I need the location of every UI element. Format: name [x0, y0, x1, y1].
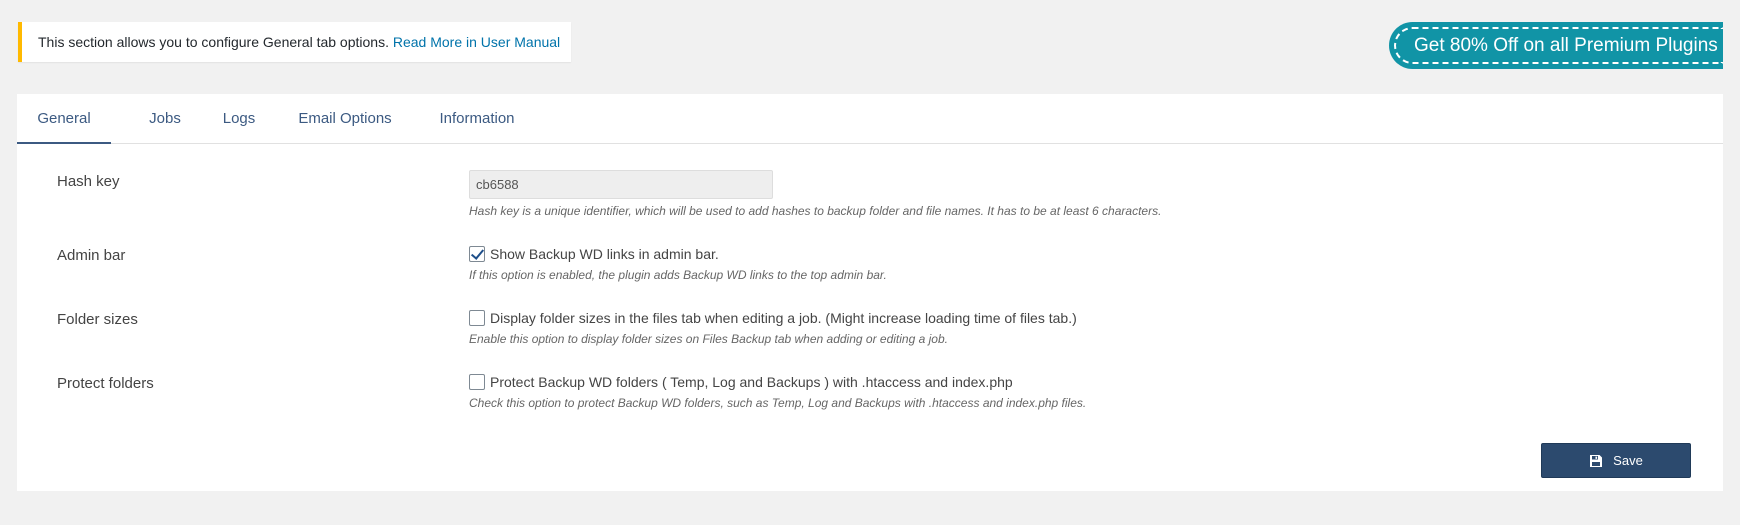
- save-button[interactable]: Save: [1541, 443, 1691, 478]
- tab-bar: General Jobs Logs Email Options Informat…: [17, 94, 1723, 144]
- folder-sizes-description: Enable this option to display folder siz…: [469, 332, 948, 346]
- tab-email-options[interactable]: Email Options: [275, 94, 415, 144]
- hash-key-label: Hash key: [57, 173, 120, 190]
- save-icon: [1589, 454, 1603, 468]
- admin-bar-option-label[interactable]: Show Backup WD links in admin bar.: [490, 246, 719, 262]
- folder-sizes-checkbox[interactable]: [469, 310, 485, 326]
- tab-general[interactable]: General: [17, 94, 111, 144]
- protect-folders-option-label[interactable]: Protect Backup WD folders ( Temp, Log an…: [490, 374, 1013, 390]
- promo-banner[interactable]: Get 80% Off on all Premium Plugins: [1389, 22, 1723, 69]
- folder-sizes-option-label[interactable]: Display folder sizes in the files tab wh…: [490, 310, 1077, 326]
- notice-text: This section allows you to configure Gen…: [38, 34, 393, 50]
- admin-bar-option[interactable]: Show Backup WD links in admin bar.: [469, 245, 719, 263]
- protect-folders-description: Check this option to protect Backup WD f…: [469, 396, 1087, 410]
- info-notice: This section allows you to configure Gen…: [18, 22, 571, 62]
- admin-bar-checkbox[interactable]: [469, 246, 485, 262]
- folder-sizes-option[interactable]: Display folder sizes in the files tab wh…: [469, 309, 1077, 327]
- promo-text[interactable]: Get 80% Off on all Premium Plugins: [1394, 27, 1723, 64]
- hash-key-input[interactable]: [469, 170, 773, 199]
- tab-logs[interactable]: Logs: [203, 94, 275, 144]
- protect-folders-option[interactable]: Protect Backup WD folders ( Temp, Log an…: [469, 373, 1013, 391]
- tab-information[interactable]: Information: [415, 94, 539, 144]
- protect-folders-label: Protect folders: [57, 375, 154, 392]
- folder-sizes-label: Folder sizes: [57, 311, 138, 328]
- settings-panel: General Jobs Logs Email Options Informat…: [17, 94, 1723, 491]
- admin-bar-label: Admin bar: [57, 247, 126, 264]
- protect-folders-checkbox[interactable]: [469, 374, 485, 390]
- save-button-label[interactable]: Save: [1613, 453, 1643, 468]
- admin-bar-description: If this option is enabled, the plugin ad…: [469, 268, 887, 282]
- user-manual-link[interactable]: Read More in User Manual: [393, 34, 560, 50]
- tab-jobs[interactable]: Jobs: [127, 94, 203, 144]
- hash-key-description: Hash key is a unique identifier, which w…: [469, 204, 1162, 218]
